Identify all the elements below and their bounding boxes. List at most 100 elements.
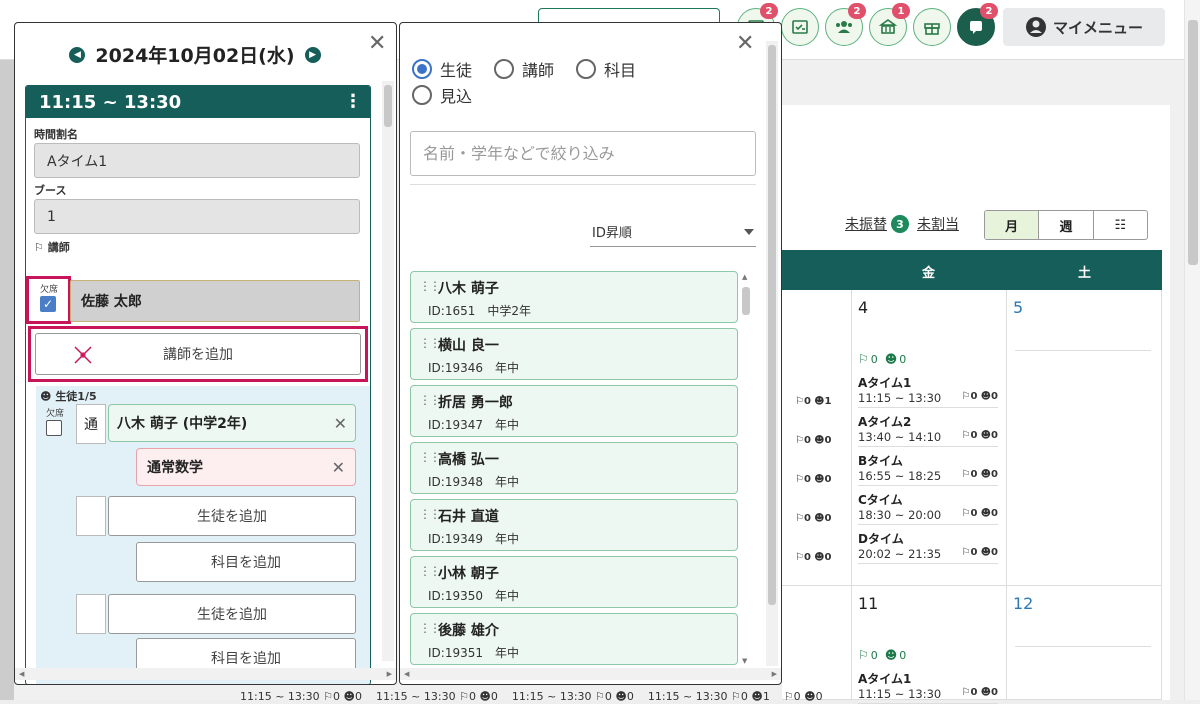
subject-chip[interactable]: 通常数学 ✕ xyxy=(136,448,356,486)
background-left-strip xyxy=(0,0,17,700)
student-area: ☻ 生徒1/5 欠席 通 八木 萌子 (中学2年) ✕ 通常数学 ✕ 生徒を追加 科… xyxy=(36,386,370,684)
booth-field: 1 xyxy=(34,199,360,234)
remove-subject-icon[interactable]: ✕ xyxy=(332,458,345,477)
type-radio-row-2: 見込 xyxy=(412,83,472,107)
kebab-menu-icon[interactable]: ⋮ xyxy=(344,93,362,111)
student-type-box[interactable] xyxy=(76,594,106,634)
student-card[interactable]: ⋮⋮ 小林 朝子 ID:19350 年中 xyxy=(410,556,738,608)
student-card[interactable]: ⋮⋮ 後藤 雄介 ID:19351 年中 xyxy=(410,613,738,665)
report-icon[interactable] xyxy=(781,8,819,46)
remove-student-icon[interactable]: ✕ xyxy=(334,414,347,433)
group-icon[interactable]: 2 xyxy=(825,3,866,46)
drag-handle-icon[interactable]: ⋮⋮ xyxy=(419,622,441,634)
divider xyxy=(410,184,756,185)
teacher-absent-checkbox[interactable]: ✓ xyxy=(40,296,56,312)
my-menu-button[interactable]: マイメニュー xyxy=(1003,8,1165,46)
booth-label: ブース xyxy=(34,184,67,197)
slot-item[interactable]: Cタイム 18:30 ~ 20:00 ⚐0 ☻0 xyxy=(858,491,998,525)
unassigned-swap-count: 3 xyxy=(891,215,909,233)
drag-handle-icon[interactable]: ⋮⋮ xyxy=(419,451,441,463)
drag-handle-icon[interactable]: ⋮⋮ xyxy=(419,565,441,577)
search-input[interactable] xyxy=(410,131,756,176)
message-icon[interactable]: 2 xyxy=(957,3,998,46)
teacher-count-icon: ⚐ xyxy=(858,648,869,662)
student-card[interactable]: ⋮⋮ 八木 萌子 ID:1651 中学2年 xyxy=(410,271,738,323)
add-subject-button[interactable]: 科目を追加 xyxy=(136,542,356,582)
lesson-scrollbar[interactable] xyxy=(382,81,394,661)
view-month-button[interactable]: 月 xyxy=(985,211,1040,239)
slot-item[interactable]: Aタイム1 11:15 ~ 13:30 ⚐0 ☻0 xyxy=(858,670,998,704)
unassigned-swap-link[interactable]: 未振替 xyxy=(845,214,887,234)
student-absent-label: 欠席 xyxy=(46,409,65,419)
thu-slot-count: ⚐0 ☻0 xyxy=(795,474,832,485)
unassigned-link[interactable]: 未割当 xyxy=(917,214,959,234)
prev-day-icon[interactable]: ◀ xyxy=(69,46,86,63)
student-absent-checkbox[interactable] xyxy=(46,420,62,436)
cell-sat-week1[interactable]: 5 xyxy=(1007,290,1162,586)
cell-sat-week2[interactable]: 12 xyxy=(1007,586,1162,700)
radio-subject[interactable] xyxy=(576,59,597,79)
lesson-time-range: 11:15 ~ 13:30 xyxy=(39,91,182,113)
radio-student[interactable] xyxy=(412,59,432,79)
picker-hscrollbar[interactable]: ◀ ▶ xyxy=(400,668,781,680)
slot-item[interactable]: Aタイム2 13:40 ~ 14:10 ⚐0 ☻0 xyxy=(858,413,998,447)
header-fri: 金 xyxy=(922,266,936,281)
student-type-box[interactable]: 通 xyxy=(76,404,106,444)
close-icon[interactable]: ✕ xyxy=(736,33,754,55)
student-count-icon: ☻ xyxy=(884,352,898,366)
add-teacher-label: 講師を追加 xyxy=(163,347,233,363)
teacher-count-icon: ⚐ xyxy=(858,352,869,366)
my-menu-label: マイメニュー xyxy=(1052,18,1143,37)
picker-scrollbar[interactable] xyxy=(766,41,778,666)
student-list-scrollbar[interactable]: ▲ ▼ xyxy=(740,273,752,665)
student-card[interactable]: ⋮⋮ 石井 直道 ID:19349 年中 xyxy=(410,499,738,551)
day-number: 4 xyxy=(858,298,869,317)
drag-handle-icon[interactable]: ⋮⋮ xyxy=(419,280,441,292)
drag-handle-icon[interactable]: ⋮⋮ xyxy=(419,394,441,406)
calendar-badge: 2 xyxy=(760,3,778,19)
school-badge: 1 xyxy=(892,3,910,19)
timetable-field: Aタイム1 xyxy=(34,143,360,178)
gift-icon[interactable] xyxy=(913,8,951,46)
add-teacher-button[interactable]: 講師を追加 xyxy=(35,333,361,375)
view-week-button[interactable]: 週 xyxy=(1039,211,1094,239)
student-card[interactable]: ⋮⋮ 横山 良一 ID:19346 年中 xyxy=(410,328,738,380)
slot-item[interactable]: Aタイム1 11:15 ~ 13:30 ⚐0 ☻0 xyxy=(858,374,998,408)
picker-dialog: ✕ 生徒 講師 科目 見込 ID昇順 ⋮⋮八木 萌子ID:1651 中学2年 ⋮… xyxy=(399,22,782,685)
sort-select[interactable]: ID昇順 xyxy=(590,217,756,247)
student-chip[interactable]: 八木 萌子 (中学2年) ✕ xyxy=(108,404,356,442)
calendar-header: 金 土 xyxy=(782,250,1162,290)
thu-slot-count: ⚐0 ☻0 xyxy=(795,552,832,563)
student-type-box[interactable] xyxy=(76,496,106,536)
lesson-hscrollbar[interactable]: ◀ ▶ xyxy=(15,668,396,680)
view-toggle: 月 週 ☷ xyxy=(984,210,1148,240)
slot-item[interactable]: Bタイム 16:55 ~ 18:25 ⚐0 ☻0 xyxy=(858,452,998,486)
cell-thu-week2[interactable] xyxy=(782,586,852,700)
school-icon[interactable]: 1 xyxy=(869,3,910,46)
radio-teacher[interactable] xyxy=(494,59,515,79)
student-count-icon: ☻ xyxy=(884,648,898,662)
calendar-links: 未振替 3 未割当 xyxy=(845,214,959,234)
slot-item[interactable]: Dタイム 20:02 ~ 21:35 ⚐0 ☻0 xyxy=(858,530,998,564)
absent-label: 欠席 xyxy=(40,285,59,295)
teacher-section-label: ⚐ 講師 xyxy=(34,241,70,254)
teacher-icon: ⚐ xyxy=(34,241,44,254)
drag-handle-icon[interactable]: ⋮⋮ xyxy=(419,337,441,349)
teacher-name[interactable]: 佐藤 太郎 xyxy=(70,280,360,322)
student-card[interactable]: ⋮⋮ 折居 勇一郎 ID:19347 年中 xyxy=(410,385,738,437)
cursor-icon xyxy=(74,346,92,364)
view-list-button[interactable]: ☷ xyxy=(1094,211,1147,239)
next-day-icon[interactable]: ▶ xyxy=(304,46,321,63)
type-radio-row: 生徒 講師 科目 xyxy=(412,57,636,81)
header-sat: 土 xyxy=(1078,266,1092,281)
add-student-button[interactable]: 生徒を追加 xyxy=(108,496,356,536)
student-section-label: ☻ 生徒1/5 xyxy=(40,390,97,403)
student-card[interactable]: ⋮⋮ 高橋 弘一 ID:19348 年中 xyxy=(410,442,738,494)
page-scrollbar[interactable] xyxy=(1184,0,1200,700)
cell-fri-week2[interactable]: 11 ⚐ 0 ☻ 0 Aタイム1 11:15 ~ 13:30 ⚐0 ☻0 xyxy=(852,586,1007,704)
radio-prospect[interactable] xyxy=(412,85,432,105)
timetable-label: 時間割名 xyxy=(34,128,78,141)
drag-handle-icon[interactable]: ⋮⋮ xyxy=(419,508,441,520)
cell-fri-week1[interactable]: 4 ⚐ 0 ☻ 0 Aタイム1 11:15 ~ 13:30 ⚐0 ☻0 Aタイム2 13:… xyxy=(852,290,1007,586)
add-student-button[interactable]: 生徒を追加 xyxy=(108,594,356,634)
